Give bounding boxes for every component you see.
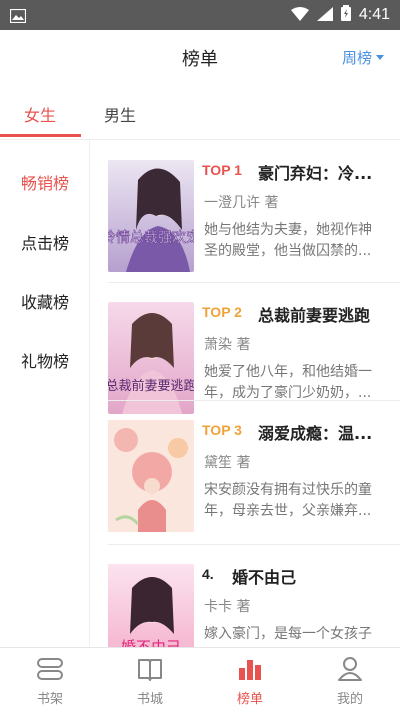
page-title: 榜单	[182, 49, 218, 70]
sidebar-item-gifts[interactable]: 礼物榜	[0, 348, 90, 372]
wifi-icon	[290, 6, 309, 25]
bottom-navigation: 书架 书城 榜单 我的	[0, 647, 400, 712]
book-description: 她与他结为夫妻，她视作神圣的殿堂，他当做囚禁的...	[204, 222, 372, 259]
nav-label: 榜单	[236, 692, 263, 707]
rank-label: TOP 1	[202, 162, 242, 178]
book-title: 婚不由己	[232, 568, 297, 587]
list-item[interactable]: 总裁前妻要逃跑 TOP 2 总裁前妻要逃跑 萧染 著 她爱了他八年，和他结婚一年…	[90, 282, 400, 414]
book-description: 宋安颜没有拥有过快乐的童年，母亲去世，父亲嫌弃...	[204, 482, 372, 519]
book-author: 一澄几许 著	[204, 195, 279, 211]
sidebar-item-bestseller[interactable]: 畅销榜	[0, 170, 90, 194]
book-title: 溺爱成瘾：温...	[258, 424, 373, 443]
divider	[108, 282, 400, 283]
battery-icon	[340, 5, 351, 25]
cover-title-text: 总裁前妻要逃跑	[108, 378, 194, 394]
tab-male[interactable]: 男生	[104, 102, 136, 126]
status-bar: 4:41	[0, 0, 400, 30]
clock: 4:41	[358, 6, 390, 23]
rank-label: TOP 2	[202, 304, 242, 320]
book-cover: 总裁前妻要逃跑	[108, 302, 194, 414]
rank-label: 4.	[202, 566, 214, 582]
book-cover: 婚不由己	[108, 564, 194, 647]
divider	[108, 544, 400, 545]
list-item[interactable]: 冷情总裁强欢宠 TOP 1 豪门弃妇：冷... 一澄几许 著 她与他结为夫妻，她…	[90, 140, 400, 283]
title-bar: 榜单 周榜	[0, 30, 400, 84]
book-cover: 冷情总裁强欢宠	[108, 160, 194, 272]
ranking-sidebar: 畅销榜 点击榜 收藏榜 礼物榜	[0, 140, 90, 647]
cover-title-text: 冷情总裁强欢宠	[108, 230, 194, 246]
book-store-icon	[138, 659, 162, 681]
tab-female[interactable]: 女生	[24, 102, 56, 126]
nav-label: 我的	[336, 692, 363, 707]
cover-title-text: 婚不由己	[121, 638, 181, 647]
active-tab-indicator	[0, 134, 81, 137]
rank-label: TOP 3	[202, 422, 242, 438]
nav-profile[interactable]: 我的	[300, 648, 400, 712]
list-item[interactable]: TOP 3 溺爱成瘾：温... 黛笙 著 宋安颜没有拥有过快乐的童年，母亲去世，…	[90, 400, 400, 532]
book-description: 嫁入豪门，是每一个女孩子的梦想，而对于...	[204, 626, 372, 642]
book-author: 卡卡 著	[204, 599, 251, 615]
nav-label: 书架	[36, 692, 63, 707]
image-notification-icon	[9, 8, 27, 27]
book-author: 黛笙 著	[204, 455, 251, 471]
book-title: 总裁前妻要逃跑	[258, 306, 371, 325]
divider	[108, 400, 400, 401]
list-item[interactable]: 婚不由己 4. 婚不由己 卡卡 著 嫁入豪门，是每一个女孩子的梦想，而对于...	[90, 544, 400, 647]
period-selector-label: 周榜	[341, 49, 372, 67]
gender-tabs: 女生 男生	[0, 84, 400, 140]
nav-bookshelf[interactable]: 书架	[0, 648, 100, 712]
nav-book-store[interactable]: 书城	[100, 648, 200, 712]
signal-icon	[316, 6, 333, 25]
nav-ranking[interactable]: 榜单	[200, 648, 300, 712]
nav-label: 书城	[136, 692, 163, 707]
sidebar-item-favorites[interactable]: 收藏榜	[0, 289, 90, 313]
profile-icon	[338, 657, 362, 681]
ranking-icon	[239, 660, 261, 680]
book-author: 萧染 著	[204, 337, 251, 353]
caret-down-icon	[376, 55, 384, 60]
book-description: 她爱了他八年，和他结婚一年，成为了豪门少奶奶，...	[204, 364, 372, 401]
book-cover	[108, 420, 194, 532]
book-title: 豪门弃妇：冷...	[258, 164, 373, 183]
bookshelf-icon	[37, 658, 63, 680]
period-selector[interactable]: 周榜	[342, 47, 384, 68]
sidebar-item-clicks[interactable]: 点击榜	[0, 230, 90, 254]
book-list: 冷情总裁强欢宠 TOP 1 豪门弃妇：冷... 一澄几许 著 她与他结为夫妻，她…	[90, 140, 400, 647]
